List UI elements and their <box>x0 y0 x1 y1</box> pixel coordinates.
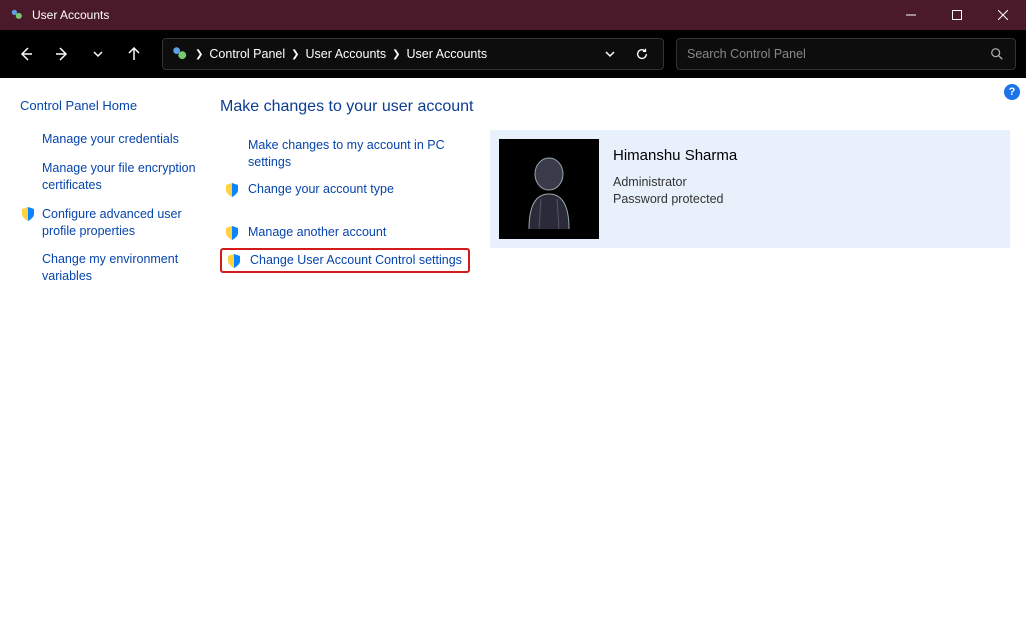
user-accounts-icon <box>171 45 189 63</box>
minimize-button[interactable] <box>888 0 934 30</box>
avatar <box>499 139 599 239</box>
app-icon <box>10 8 24 22</box>
shield-icon <box>226 252 242 269</box>
control-panel-home-link[interactable]: Control Panel Home <box>20 98 198 113</box>
user-role: Administrator <box>613 174 737 191</box>
sidebar-item-env-vars[interactable]: Change my environment variables <box>20 251 198 285</box>
shield-icon <box>20 206 36 222</box>
up-button[interactable] <box>118 38 150 70</box>
shield-icon <box>224 224 240 241</box>
recent-locations-button[interactable] <box>82 38 114 70</box>
sidebar-item-encryption-certs[interactable]: Manage your file encryption certificates <box>20 160 198 194</box>
page-heading: Make changes to your user account <box>220 98 1006 116</box>
action-label: Manage another account <box>248 224 386 241</box>
close-button[interactable] <box>980 0 1026 30</box>
address-bar[interactable]: ❯ Control Panel ❯ User Accounts ❯ User A… <box>162 38 664 70</box>
sidebar-item-label: Change my environment variables <box>42 251 198 285</box>
action-label: Make changes to my account in PC setting… <box>248 137 466 171</box>
sidebar-item-credentials[interactable]: Manage your credentials <box>20 131 198 148</box>
sidebar-item-profile-properties[interactable]: Configure advanced user profile properti… <box>20 206 198 240</box>
user-name: Himanshu Sharma <box>613 147 737 164</box>
forward-button[interactable] <box>46 38 78 70</box>
breadcrumb-level2[interactable]: User Accounts <box>407 47 488 61</box>
action-label: Change User Account Control settings <box>250 252 462 269</box>
history-dropdown-button[interactable] <box>597 41 623 67</box>
sidebar-item-label: Manage your credentials <box>42 131 179 148</box>
chevron-right-icon[interactable]: ❯ <box>392 49 400 60</box>
chevron-right-icon[interactable]: ❯ <box>195 49 203 60</box>
refresh-button[interactable] <box>629 41 655 67</box>
action-pc-settings[interactable]: Make changes to my account in PC setting… <box>220 134 470 174</box>
search-icon[interactable] <box>989 46 1005 62</box>
action-change-uac-settings[interactable]: Change User Account Control settings <box>220 248 470 273</box>
breadcrumb-root[interactable]: Control Panel <box>209 47 285 61</box>
search-input[interactable] <box>687 47 989 61</box>
action-label: Change your account type <box>248 181 394 198</box>
breadcrumb-level1[interactable]: User Accounts <box>306 47 387 61</box>
shield-icon <box>224 181 240 198</box>
chevron-right-icon[interactable]: ❯ <box>291 49 299 60</box>
back-button[interactable] <box>10 38 42 70</box>
window-title: User Accounts <box>32 8 109 22</box>
user-password-status: Password protected <box>613 191 737 208</box>
action-change-account-type[interactable]: Change your account type <box>220 178 470 201</box>
sidebar-item-label: Manage your file encryption certificates <box>42 160 198 194</box>
maximize-button[interactable] <box>934 0 980 30</box>
sidebar-item-label: Configure advanced user profile properti… <box>42 206 198 240</box>
action-manage-another-account[interactable]: Manage another account <box>220 221 470 244</box>
user-account-card: Himanshu Sharma Administrator Password p… <box>490 130 1010 248</box>
search-box[interactable] <box>676 38 1016 70</box>
